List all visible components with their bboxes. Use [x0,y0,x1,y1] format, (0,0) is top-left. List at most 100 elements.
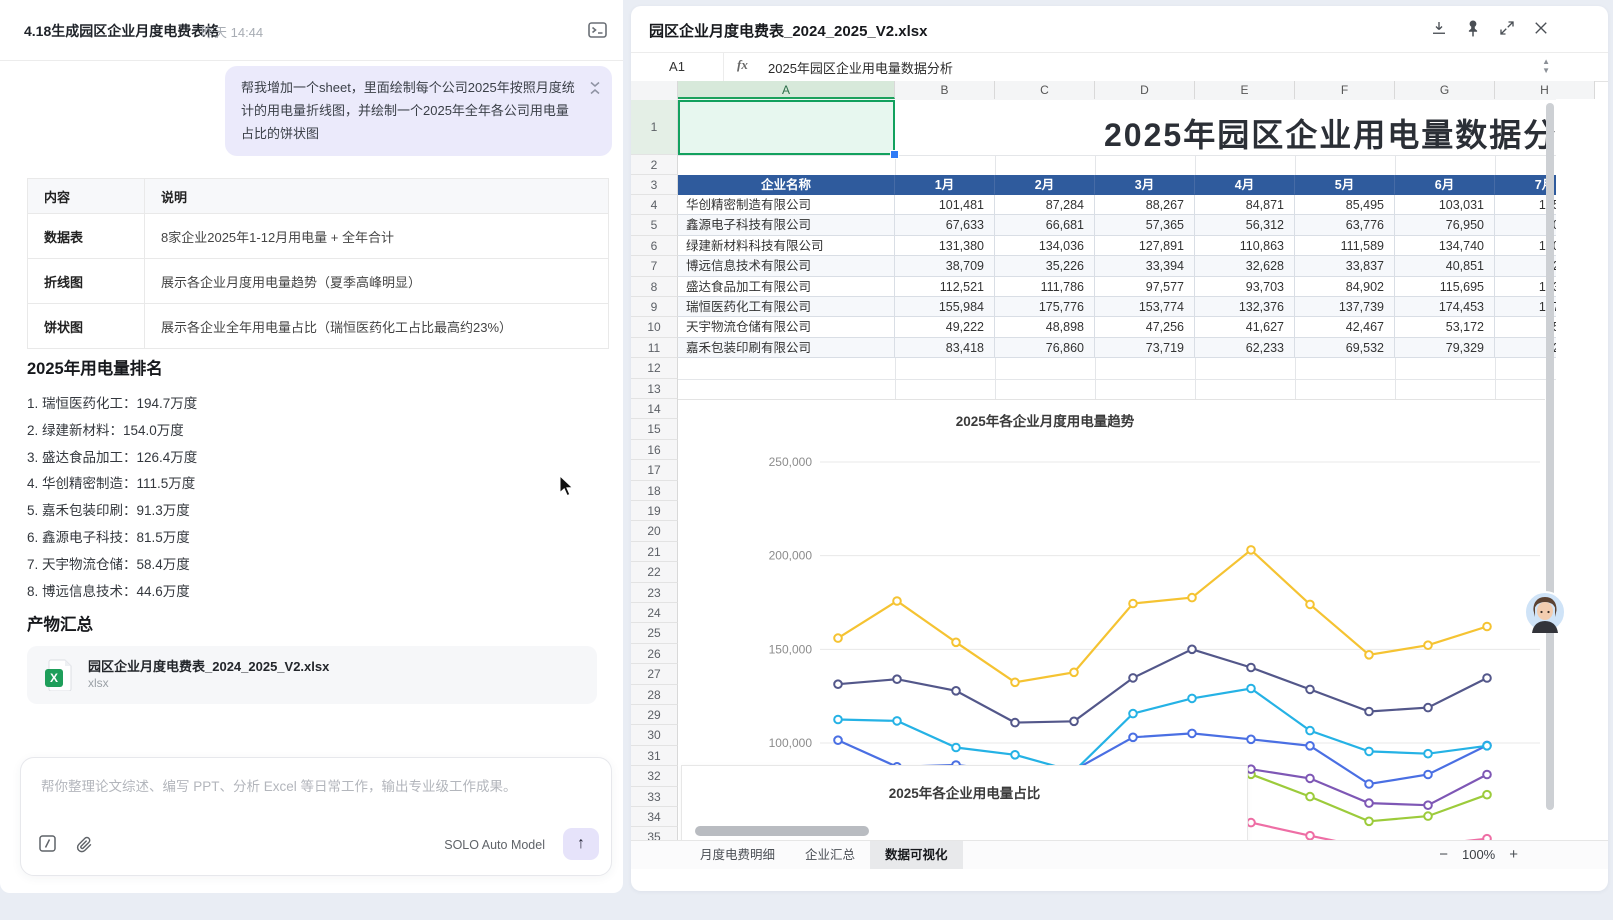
sheet-title-cell[interactable]: 2025年园区企业用电量数据分析 [1104,110,1556,156]
table-header-cell[interactable]: 3月 [1095,175,1195,195]
column-header-F[interactable]: F [1295,81,1395,99]
row-header-32[interactable]: 32 [631,766,678,786]
table-header-cell[interactable]: 4月 [1195,175,1295,195]
row-header-5[interactable]: 5 [631,215,678,235]
table-cell[interactable]: 41,627 [1195,317,1295,337]
table-cell[interactable]: 93,703 [1195,277,1295,297]
assistant-avatar[interactable] [1524,591,1566,633]
row-header-33[interactable]: 33 [631,787,678,807]
row-header-17[interactable]: 17 [631,460,678,480]
artifact-file-card[interactable]: X 园区企业月度电费表_2024_2025_V2.xlsx xlsx [27,646,597,704]
table-cell[interactable]: 134,740 [1395,236,1495,256]
table-cell[interactable]: 111,786 [995,277,1095,297]
table-header-cell[interactable]: 5月 [1295,175,1395,195]
row-header-15[interactable]: 15 [631,419,678,439]
table-cell[interactable]: 42,467 [1295,317,1395,337]
table-cell[interactable]: 137,739 [1295,297,1395,317]
row-header-34[interactable]: 34 [631,807,678,827]
row-header-25[interactable]: 25 [631,623,678,643]
row-header-24[interactable]: 24 [631,603,678,623]
table-cell[interactable]: 嘉禾包装印刷有限公司 [678,338,895,358]
table-cell[interactable]: 111,589 [1295,236,1395,256]
table-cell[interactable]: 97,577 [1095,277,1195,297]
row-header-16[interactable]: 16 [631,440,678,460]
model-selector[interactable]: SOLO Auto Model [444,838,545,852]
table-cell[interactable]: 53,172 [1395,317,1495,337]
row-header-27[interactable]: 27 [631,664,678,684]
column-header-E[interactable]: E [1195,81,1295,99]
attachment-icon[interactable] [76,835,94,853]
column-header-D[interactable]: D [1095,81,1195,99]
pin-icon[interactable] [1464,19,1482,37]
table-cell[interactable]: 87,284 [995,195,1095,215]
column-header-A[interactable]: A [678,81,895,99]
row-header-26[interactable]: 26 [631,644,678,664]
row-header-1[interactable]: 1 [631,100,678,155]
table-cell[interactable]: 83,418 [895,338,995,358]
row-header-9[interactable]: 9 [631,297,678,317]
column-header-B[interactable]: B [895,81,995,99]
row-header-2[interactable]: 2 [631,155,678,175]
table-cell[interactable]: 84,902 [1295,277,1395,297]
table-cell[interactable]: 85,495 [1295,195,1395,215]
row-header-18[interactable]: 18 [631,481,678,501]
row-header-31[interactable]: 31 [631,746,678,766]
table-cell[interactable]: 华创精密制造有限公司 [678,195,895,215]
table-cell[interactable]: 101,481 [895,195,995,215]
table-cell[interactable]: 73,719 [1095,338,1195,358]
table-cell[interactable]: 47,256 [1095,317,1195,337]
table-cell[interactable]: 49,222 [895,317,995,337]
table-cell[interactable]: 33,394 [1095,256,1195,276]
table-cell[interactable]: 76,950 [1395,215,1495,235]
table-cell[interactable]: 33,837 [1295,256,1395,276]
slash-command-icon[interactable] [39,835,57,853]
table-cell[interactable]: 76,860 [995,338,1095,358]
table-cell[interactable]: 盛达食品加工有限公司 [678,277,895,297]
table-cell[interactable]: 69,532 [1295,338,1395,358]
table-cell[interactable]: 瑞恒医药化工有限公司 [678,297,895,317]
table-cell[interactable]: 153,774 [1095,297,1195,317]
horizontal-scrollbar-thumb[interactable] [695,826,869,836]
table-cell[interactable]: 48,898 [995,317,1095,337]
table-header-cell[interactable]: 企业名称 [678,175,895,195]
formula-input[interactable]: 2025年园区企业用电量数据分析 [768,58,953,77]
row-header-4[interactable]: 4 [631,195,678,215]
send-button[interactable]: ↑ [563,828,599,860]
table-header-cell[interactable]: 2月 [995,175,1095,195]
row-header-30[interactable]: 30 [631,725,678,745]
table-cell[interactable]: 天宇物流仓储有限公司 [678,317,895,337]
fill-handle[interactable] [890,150,899,159]
table-header-cell[interactable]: 1月 [895,175,995,195]
zoom-in-button[interactable]: + [1509,846,1518,863]
row-header-3[interactable]: 3 [631,175,678,195]
table-cell[interactable]: 134,036 [995,236,1095,256]
table-cell[interactable]: 62,233 [1195,338,1295,358]
cell-reference-box[interactable]: A1 [631,52,724,81]
column-header-C[interactable]: C [995,81,1095,99]
table-cell[interactable]: 88,267 [1095,195,1195,215]
table-cell[interactable]: 67,633 [895,215,995,235]
row-header-22[interactable]: 22 [631,562,678,582]
fullscreen-icon[interactable] [1498,19,1516,37]
row-header-14[interactable]: 14 [631,399,678,419]
table-cell[interactable]: 127,891 [1095,236,1195,256]
row-header-6[interactable]: 6 [631,236,678,256]
row-header-12[interactable]: 12 [631,358,678,378]
table-cell[interactable]: 57,365 [1095,215,1195,235]
table-header-cell[interactable]: 6月 [1395,175,1495,195]
composer-placeholder[interactable]: 帮你整理论文综述、编写 PPT、分析 Excel 等日常工作，输出专业级工作成果… [41,775,581,795]
table-cell[interactable]: 35,226 [995,256,1095,276]
sheet-grid[interactable]: 1234567891011121314151617181920212223242… [631,100,1556,840]
column-header-G[interactable]: G [1395,81,1495,99]
close-icon[interactable] [1532,19,1550,37]
formula-bar-spinner[interactable]: ▲▼ [1542,57,1550,75]
table-cell[interactable]: 38,709 [895,256,995,276]
table-cell[interactable]: 84,871 [1195,195,1295,215]
table-cell[interactable]: 绿建新材料科技有限公司 [678,236,895,256]
download-icon[interactable] [1430,19,1448,37]
table-cell[interactable]: 155,984 [895,297,995,317]
table-cell[interactable]: 40,851 [1395,256,1495,276]
vertical-scrollbar-thumb[interactable] [1546,103,1554,810]
table-cell[interactable]: 132,376 [1195,297,1295,317]
row-header-29[interactable]: 29 [631,705,678,725]
